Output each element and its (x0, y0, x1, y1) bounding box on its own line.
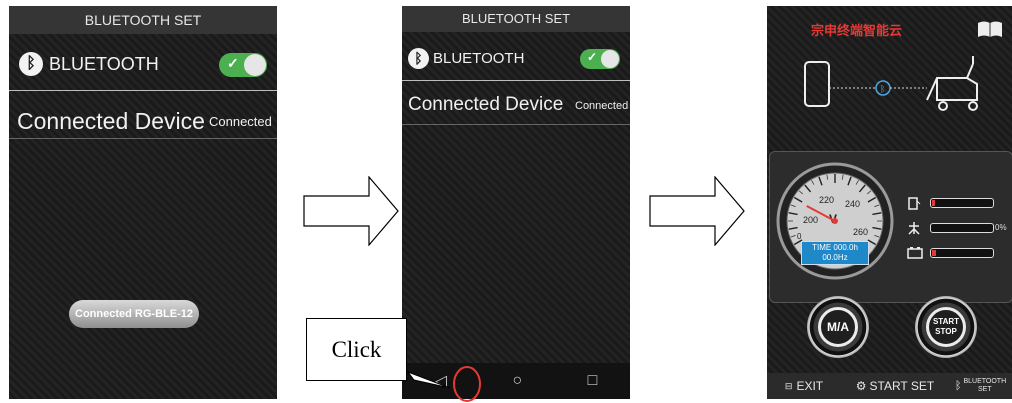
load-percent: 0% (995, 223, 1007, 232)
divider (402, 124, 630, 125)
load-level-bar (930, 223, 994, 233)
load-icon (908, 222, 920, 235)
click-callout: Click (306, 318, 407, 381)
arrow-right-icon (303, 176, 399, 246)
highlight-ring-with-pointer (406, 366, 481, 402)
bluetooth-set-line2: SET (977, 386, 992, 393)
header-title: BLUETOOTH SET (9, 6, 277, 34)
time-readout-text: TIME 000.0h (812, 243, 858, 252)
fuel-level-fill (932, 200, 936, 206)
bluetooth-toggle[interactable]: ✓ (219, 53, 267, 77)
app-title: 宗申终端智能云 (811, 24, 903, 39)
ma-button-label: M/A (818, 307, 858, 347)
connected-device-pill[interactable]: Connected RG-BLE-12 (69, 300, 199, 328)
time-readout: TIME 000.0h 00.0Hz (801, 241, 869, 265)
bluetooth-icon: ᛒ (954, 380, 962, 392)
connected-device-label: Connected Device (17, 108, 205, 134)
toggle-knob (601, 50, 619, 68)
fuel-level-bar (930, 198, 994, 208)
gauge-tick-label: 200 (803, 215, 818, 225)
bluetooth-icon: ᛒ (408, 48, 429, 69)
bluetooth-icon: ᛒ (19, 52, 43, 76)
start-label: START (932, 317, 960, 326)
check-icon: ✓ (227, 55, 239, 71)
bluetooth-label: BLUETOOTH (433, 50, 525, 67)
divider (9, 138, 277, 139)
battery-level-fill (932, 250, 936, 256)
connected-device-label: Connected Device (408, 94, 564, 115)
home-nav-icon[interactable]: ○ (512, 372, 522, 390)
start-set-button[interactable]: ⚙ START SET (841, 373, 949, 399)
header-title: BLUETOOTH SET (402, 6, 630, 32)
bluetooth-toggle[interactable]: ✓ (580, 49, 620, 69)
check-icon: ✓ (587, 50, 598, 64)
gauge-tick-label: 220 (819, 195, 834, 205)
svg-text:ᛒ: ᛒ (880, 84, 885, 94)
start-stop-button[interactable]: START STOP (915, 296, 977, 358)
stop-label: STOP (935, 327, 957, 336)
battery-icon (907, 247, 923, 259)
divider (402, 80, 630, 81)
exit-label: EXIT (796, 379, 824, 393)
gear-icon: ⚙ (855, 379, 867, 393)
screen-3-dashboard: 宗申终端智能云 ᛒ 200 220 240 260 0 V TIME 000.0… (767, 6, 1012, 399)
start-set-label: START SET (869, 379, 935, 393)
bluetooth-label: BLUETOOTH (49, 53, 159, 74)
bluetooth-row: ᛒ BLUETOOTH (408, 48, 524, 69)
fuel-icon (908, 197, 921, 210)
toggle-knob (244, 54, 266, 76)
recent-apps-nav-icon[interactable]: □ (588, 372, 598, 390)
gauge-tick-label: 260 (853, 227, 868, 237)
bluetooth-set-line1: BLUETOOTH (963, 378, 1007, 385)
gauge-tick-label: 0 (797, 232, 802, 241)
generator-icon (926, 56, 978, 101)
connected-status: Connected (575, 100, 629, 112)
bottom-bar: ⊟ EXIT ⚙ START SET ᛒ BLUETOOTH SET (767, 373, 1012, 399)
screen-1-bluetooth-set: BLUETOOTH SET ᛒ BLUETOOTH ✓ Connected De… (9, 6, 277, 399)
hz-readout-text: 00.0Hz (822, 253, 848, 262)
connection-diagram: ᛒ (804, 56, 978, 111)
exit-button[interactable]: ⊟ EXIT (767, 373, 841, 399)
connected-status: Connected (209, 114, 272, 129)
book-icon[interactable] (977, 20, 1003, 38)
gauge-tick-label: 240 (845, 199, 860, 209)
ma-button[interactable]: M/A (807, 296, 869, 358)
bluetooth-set-button[interactable]: ᛒ BLUETOOTH SET (949, 373, 1012, 399)
start-stop-label: START STOP (926, 307, 966, 347)
phone-icon (804, 61, 830, 107)
divider (9, 90, 277, 91)
arrow-right-icon (649, 176, 745, 246)
bluetooth-row: ᛒ BLUETOOTH (19, 52, 159, 76)
exit-icon: ⊟ (784, 380, 793, 391)
battery-level-bar (930, 248, 994, 258)
